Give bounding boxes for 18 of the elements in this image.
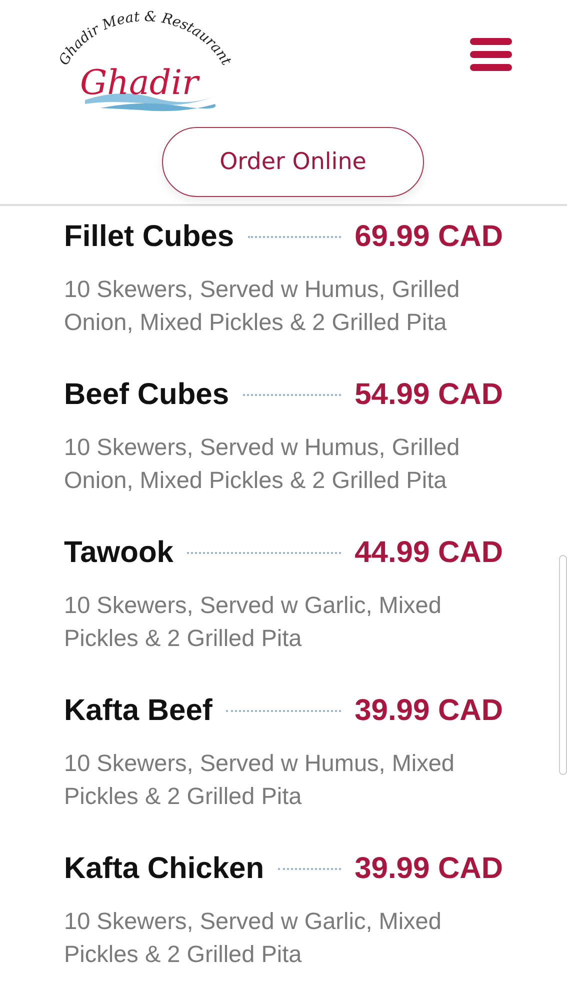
item-name: Fillet Cubes bbox=[64, 218, 234, 254]
item-description: 10 Skewers, Served w Garlic, Mixed Pickles & 2 Grilled Pita bbox=[64, 591, 442, 653]
logo-wordmark: Ghadir bbox=[80, 63, 198, 103]
item-name: Beef Cubes bbox=[64, 376, 230, 412]
item-price: 39.99 CAD bbox=[354, 692, 503, 728]
item-price: 69.99 CAD bbox=[354, 218, 503, 254]
item-name: Tawook bbox=[64, 534, 174, 570]
item-description: 10 Skewers, Served w Humus, Grilled Onion, Mixed Pickles & 2 Grilled Pita bbox=[64, 275, 461, 337]
order-online-button[interactable]: Order Online bbox=[162, 127, 424, 197]
item-price: 39.99 CAD bbox=[354, 850, 503, 886]
item-name: Kafta Beef bbox=[64, 692, 212, 728]
item-name: Kafta Chicken bbox=[64, 850, 264, 886]
item-description: 10 Skewers, Served w Garlic, Mixed Pickles & 2 Grilled Pita bbox=[64, 907, 442, 969]
item-price: 44.99 CAD bbox=[354, 534, 503, 570]
item-description: 10 Skewers, Served w Humus, Mixed Pickles & 2 Grilled Pita bbox=[64, 749, 456, 811]
item-price: 54.99 CAD bbox=[354, 376, 503, 412]
item-description: 10 Skewers, Served w Humus, Grilled Onion, Mixed Pickles & 2 Grilled Pita bbox=[64, 433, 461, 495]
menu-icon[interactable] bbox=[470, 38, 512, 72]
